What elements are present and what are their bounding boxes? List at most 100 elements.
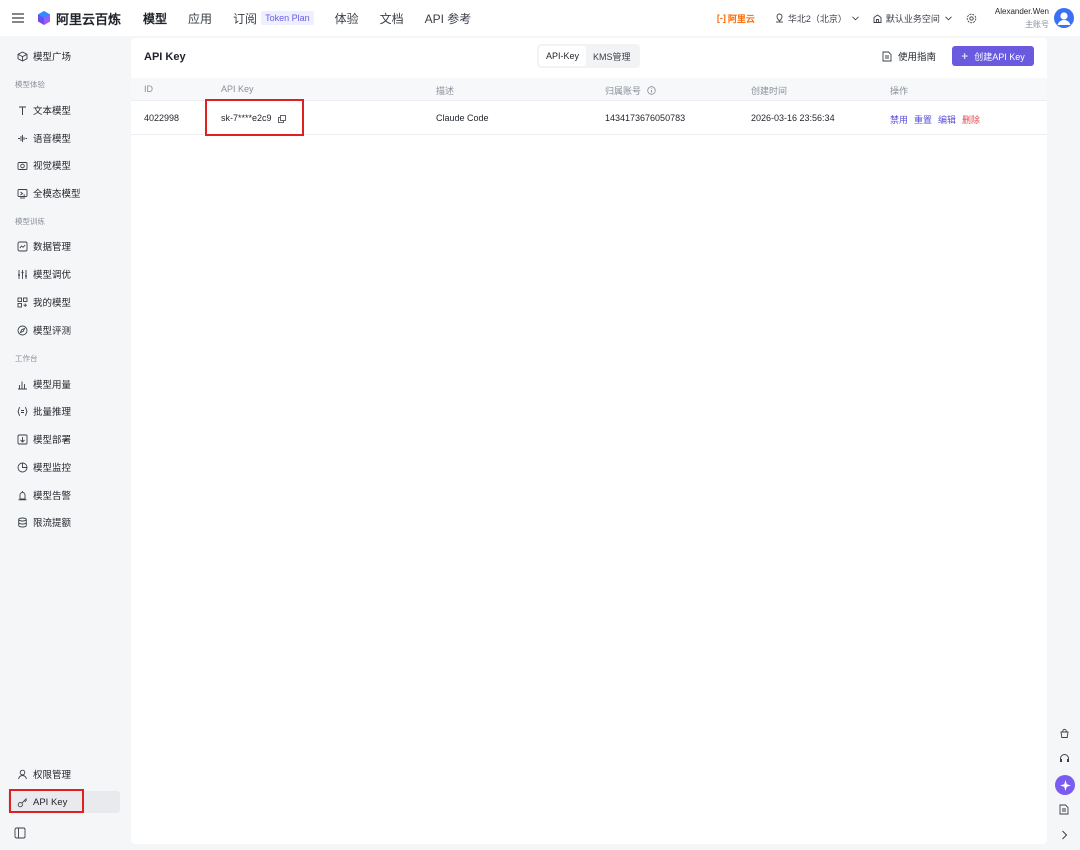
column-header-account: 归属账号 bbox=[605, 84, 656, 97]
sidebar-item-label: 模型用量 bbox=[33, 380, 72, 391]
api-key-masked: sk-7****e2c9 bbox=[221, 113, 272, 123]
deploy-icon bbox=[16, 433, 28, 445]
logo-text: 阿里云百炼 bbox=[56, 11, 122, 27]
nav-api-reference-label: API 参考 bbox=[424, 11, 472, 26]
sidebar-item-batch-inference[interactable]: 批量推理 bbox=[8, 400, 120, 422]
column-header-account-label: 归属账号 bbox=[605, 86, 642, 96]
hamburger-menu-icon[interactable] bbox=[0, 0, 36, 36]
location-icon bbox=[775, 13, 783, 23]
sidebar-item-model-square[interactable]: 模型广场 bbox=[8, 45, 120, 67]
nav-subscription-label: 订阅 bbox=[233, 11, 258, 26]
column-header-api-key: API Key bbox=[221, 84, 254, 94]
sidebar-item-monitoring[interactable]: 模型监控 bbox=[8, 456, 120, 478]
nav-model[interactable]: 模型 bbox=[143, 0, 167, 36]
cart-icon[interactable] bbox=[1057, 726, 1071, 740]
camera-icon bbox=[16, 159, 28, 171]
copy-icon[interactable] bbox=[278, 114, 286, 123]
building-icon bbox=[873, 13, 882, 23]
cell-api-key: sk-7****e2c9 bbox=[221, 113, 286, 123]
sidebar-item-alerts[interactable]: 模型告警 bbox=[8, 484, 120, 506]
sidebar-item-model-tuning[interactable]: 模型调优 bbox=[8, 263, 120, 285]
create-api-key-button[interactable]: + 创建API Key bbox=[952, 46, 1034, 66]
chevron-right-icon[interactable] bbox=[1057, 828, 1071, 842]
logo-icon bbox=[38, 11, 50, 25]
info-icon[interactable] bbox=[646, 86, 656, 95]
gear-icon bbox=[966, 13, 977, 23]
sidebar-item-rate-limit[interactable]: 限流提额 bbox=[8, 511, 120, 533]
sidebar-item-deploy[interactable]: 模型部署 bbox=[8, 428, 120, 450]
user-name: Alexander.Wen bbox=[994, 6, 1049, 16]
sidebar-item-label: 权限管理 bbox=[33, 770, 72, 781]
nav-api-reference[interactable]: API 参考 bbox=[425, 0, 472, 36]
create-api-key-label: 创建API Key bbox=[974, 51, 1025, 62]
user-menu[interactable]: Alexander.Wen 主账号 bbox=[995, 7, 1074, 30]
nav-apps[interactable]: 应用 bbox=[188, 0, 212, 36]
sidebar-item-my-models[interactable]: 我的模型 bbox=[8, 291, 120, 313]
nav-docs-label: 文档 bbox=[379, 11, 404, 26]
column-header-id: ID bbox=[144, 84, 153, 94]
ai-assistant-icon[interactable] bbox=[1055, 775, 1075, 795]
logo[interactable]: 阿里云百炼 bbox=[36, 9, 121, 28]
document-icon bbox=[882, 51, 892, 61]
sidebar-item-model-eval[interactable]: 模型评测 bbox=[8, 319, 120, 341]
edit-link[interactable]: 编辑 bbox=[938, 115, 956, 125]
tab-api-key[interactable]: API-Key bbox=[539, 46, 587, 66]
main-panel: API Key API-Key KMS管理 使用指南 + 创建API Key I… bbox=[131, 38, 1047, 844]
user-avatar-icon bbox=[1057, 12, 1071, 25]
cube-icon bbox=[16, 50, 28, 62]
database-icon bbox=[16, 516, 28, 528]
chart-box-icon bbox=[16, 240, 28, 252]
key-icon bbox=[16, 796, 28, 808]
reset-link[interactable]: 重置 bbox=[914, 115, 932, 125]
cell-description: Claude Code bbox=[436, 113, 489, 123]
sidebar-item-text-model[interactable]: 文本模型 bbox=[8, 99, 120, 121]
user-role: 主账号 bbox=[1025, 19, 1049, 29]
nav-docs[interactable]: 文档 bbox=[380, 0, 404, 36]
settings-button[interactable] bbox=[966, 13, 981, 24]
nav-model-label: 模型 bbox=[143, 11, 168, 26]
compass-icon bbox=[16, 324, 28, 336]
pie-chart-icon bbox=[16, 461, 28, 473]
sidebar-item-label: API Key bbox=[33, 796, 68, 808]
avatar[interactable] bbox=[1054, 8, 1074, 28]
sidebar-item-label: 文本模型 bbox=[33, 106, 72, 117]
user-info: Alexander.Wen 主账号 bbox=[995, 7, 1049, 30]
delete-link[interactable]: 删除 bbox=[962, 115, 980, 125]
sidebar: 模型广场 模型体验 文本模型 语音模型 视觉模型 全模态模型 模型训练 数据管理… bbox=[0, 36, 130, 850]
workspace-selector[interactable]: 默认业务空间 bbox=[873, 12, 952, 25]
sidebar-item-data-management[interactable]: 数据管理 bbox=[8, 235, 120, 257]
region-label: 华北2（北京） bbox=[787, 13, 847, 24]
collapse-sidebar-icon[interactable] bbox=[14, 827, 26, 839]
bar-chart-icon bbox=[16, 378, 28, 390]
nav-experience-label: 体验 bbox=[334, 11, 359, 26]
multimodal-icon bbox=[16, 187, 28, 199]
disable-link[interactable]: 禁用 bbox=[890, 115, 908, 125]
cell-account: 1434173676050783 bbox=[605, 113, 686, 123]
top-nav: 模型 应用 订阅 Token Plan 体验 文档 API 参考 bbox=[143, 0, 492, 36]
sidebar-item-api-key[interactable]: API Key bbox=[8, 791, 120, 813]
nav-apps-label: 应用 bbox=[188, 11, 213, 26]
table-header: ID API Key 描述 归属账号 创建时间 操作 bbox=[131, 78, 1047, 101]
sidebar-item-label: 模型告警 bbox=[33, 491, 72, 502]
sidebar-item-label: 我的模型 bbox=[33, 298, 72, 309]
document-icon[interactable] bbox=[1057, 802, 1071, 816]
sidebar-item-label: 批量推理 bbox=[33, 407, 72, 418]
waveform-icon bbox=[16, 132, 28, 144]
sidebar-section-training: 模型训练 bbox=[15, 217, 45, 226]
nav-experience[interactable]: 体验 bbox=[335, 0, 359, 36]
headset-icon[interactable] bbox=[1057, 751, 1071, 765]
tab-kms[interactable]: KMS管理 bbox=[586, 46, 638, 66]
sidebar-item-vision-model[interactable]: 视觉模型 bbox=[8, 154, 120, 176]
braces-icon bbox=[16, 405, 28, 417]
sidebar-item-omni-model[interactable]: 全模态模型 bbox=[8, 182, 120, 204]
sliders-icon bbox=[16, 268, 28, 280]
sidebar-item-permissions[interactable]: 权限管理 bbox=[8, 763, 120, 785]
aliyun-logo-icon: [-] bbox=[716, 13, 726, 23]
usage-guide-button[interactable]: 使用指南 bbox=[882, 47, 936, 65]
aliyun-brand[interactable]: [-] 阿里云 bbox=[717, 12, 755, 25]
nav-subscription[interactable]: 订阅 Token Plan bbox=[233, 0, 314, 36]
sidebar-item-voice-model[interactable]: 语音模型 bbox=[8, 127, 120, 149]
region-selector[interactable]: 华北2（北京） bbox=[775, 12, 859, 25]
sidebar-item-usage[interactable]: 模型用量 bbox=[8, 373, 120, 395]
cell-id: 4022998 bbox=[144, 113, 180, 123]
